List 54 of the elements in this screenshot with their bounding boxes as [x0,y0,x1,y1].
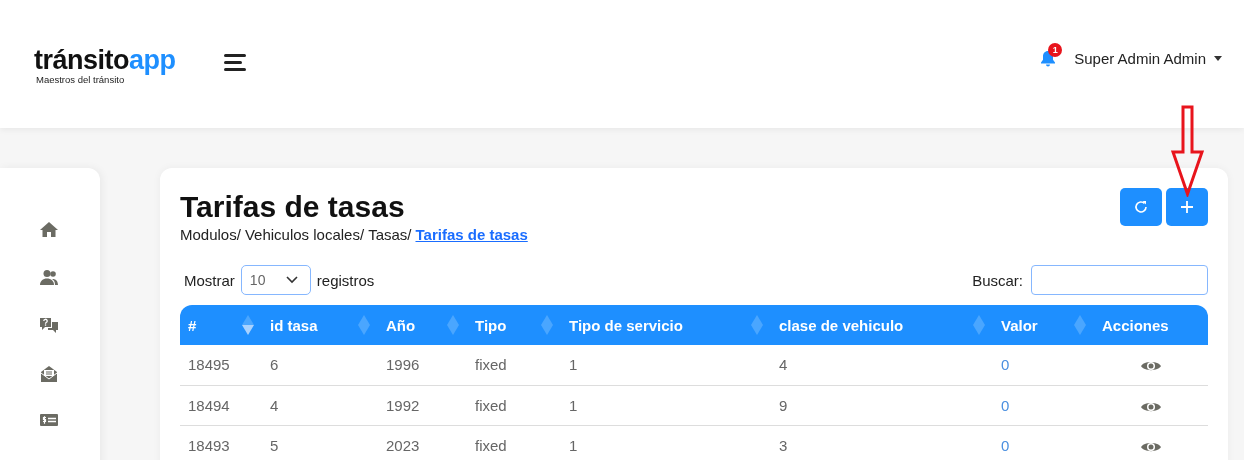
user-menu[interactable]: Super Admin Admin [1074,49,1222,67]
page-title: Tarifas de tasas [180,189,406,225]
notification-badge: 1 [1048,42,1063,57]
logo[interactable]: tránsitoapp Maestros del tránsito [34,45,176,85]
column-header[interactable]: Año [378,305,467,345]
home-icon [40,221,60,239]
table-cell: 1996 [386,356,420,374]
bell-icon[interactable] [1040,49,1057,67]
table-cell: fixed [475,356,507,374]
table-cell: 18494 [188,396,230,414]
table-cell: 0 [1001,356,1010,374]
table-cell: 1992 [386,396,420,414]
table-cell: 0 [1001,436,1010,454]
table-cell: 18495 [188,356,230,374]
column-header[interactable]: Tipo [467,305,561,345]
menu-button[interactable] [223,53,248,71]
chat-question-icon [40,317,60,335]
users-icon [40,269,60,287]
table-cell: 1 [569,436,578,454]
table-cell: 6 [270,356,279,374]
table-cell: 2023 [386,436,420,454]
table-cell: 4 [779,356,788,374]
table-cell: fixed [475,396,507,414]
breadcrumb-item: Modulos/ [180,226,241,243]
chevron-down-icon [285,276,298,284]
column-header[interactable]: id tasa [262,305,378,345]
refresh-button[interactable] [1120,188,1162,226]
refresh-icon [1133,199,1149,215]
table-cell: 5 [270,436,279,454]
breadcrumb-item: Vehiculos locales/ [244,226,365,243]
add-button[interactable] [1166,188,1208,226]
column-header[interactable]: Valor [993,305,1094,345]
table-cell: 1 [569,356,578,374]
records-label: registros [316,271,375,289]
column-header[interactable]: clase de vehiculo [771,305,993,345]
table-cell: 1 [569,396,578,414]
column-header[interactable]: Acciones [1094,305,1208,345]
caret-icon [1214,55,1222,61]
column-header[interactable]: # [180,305,262,345]
table-cell: 3 [779,436,788,454]
table-cell: fixed [475,436,507,454]
search-label: Buscar: [972,271,1023,289]
plus-icon [1180,200,1194,214]
breadcrumb-item: Tasas/ [368,226,412,243]
page-size-select[interactable]: 10 [240,265,311,295]
open-envelope-icon [40,365,60,383]
column-header[interactable]: Tipo de servicio [561,305,771,345]
table-cell: 4 [270,396,279,414]
search-field[interactable] [1031,265,1208,295]
show-label: Mostrar [184,271,235,289]
table-cell: 0 [1001,396,1010,414]
table-cell: 9 [779,396,788,414]
table-cell: 18493 [188,436,230,454]
breadcrumb-link[interactable]: Tarifas de tasas [415,226,528,243]
